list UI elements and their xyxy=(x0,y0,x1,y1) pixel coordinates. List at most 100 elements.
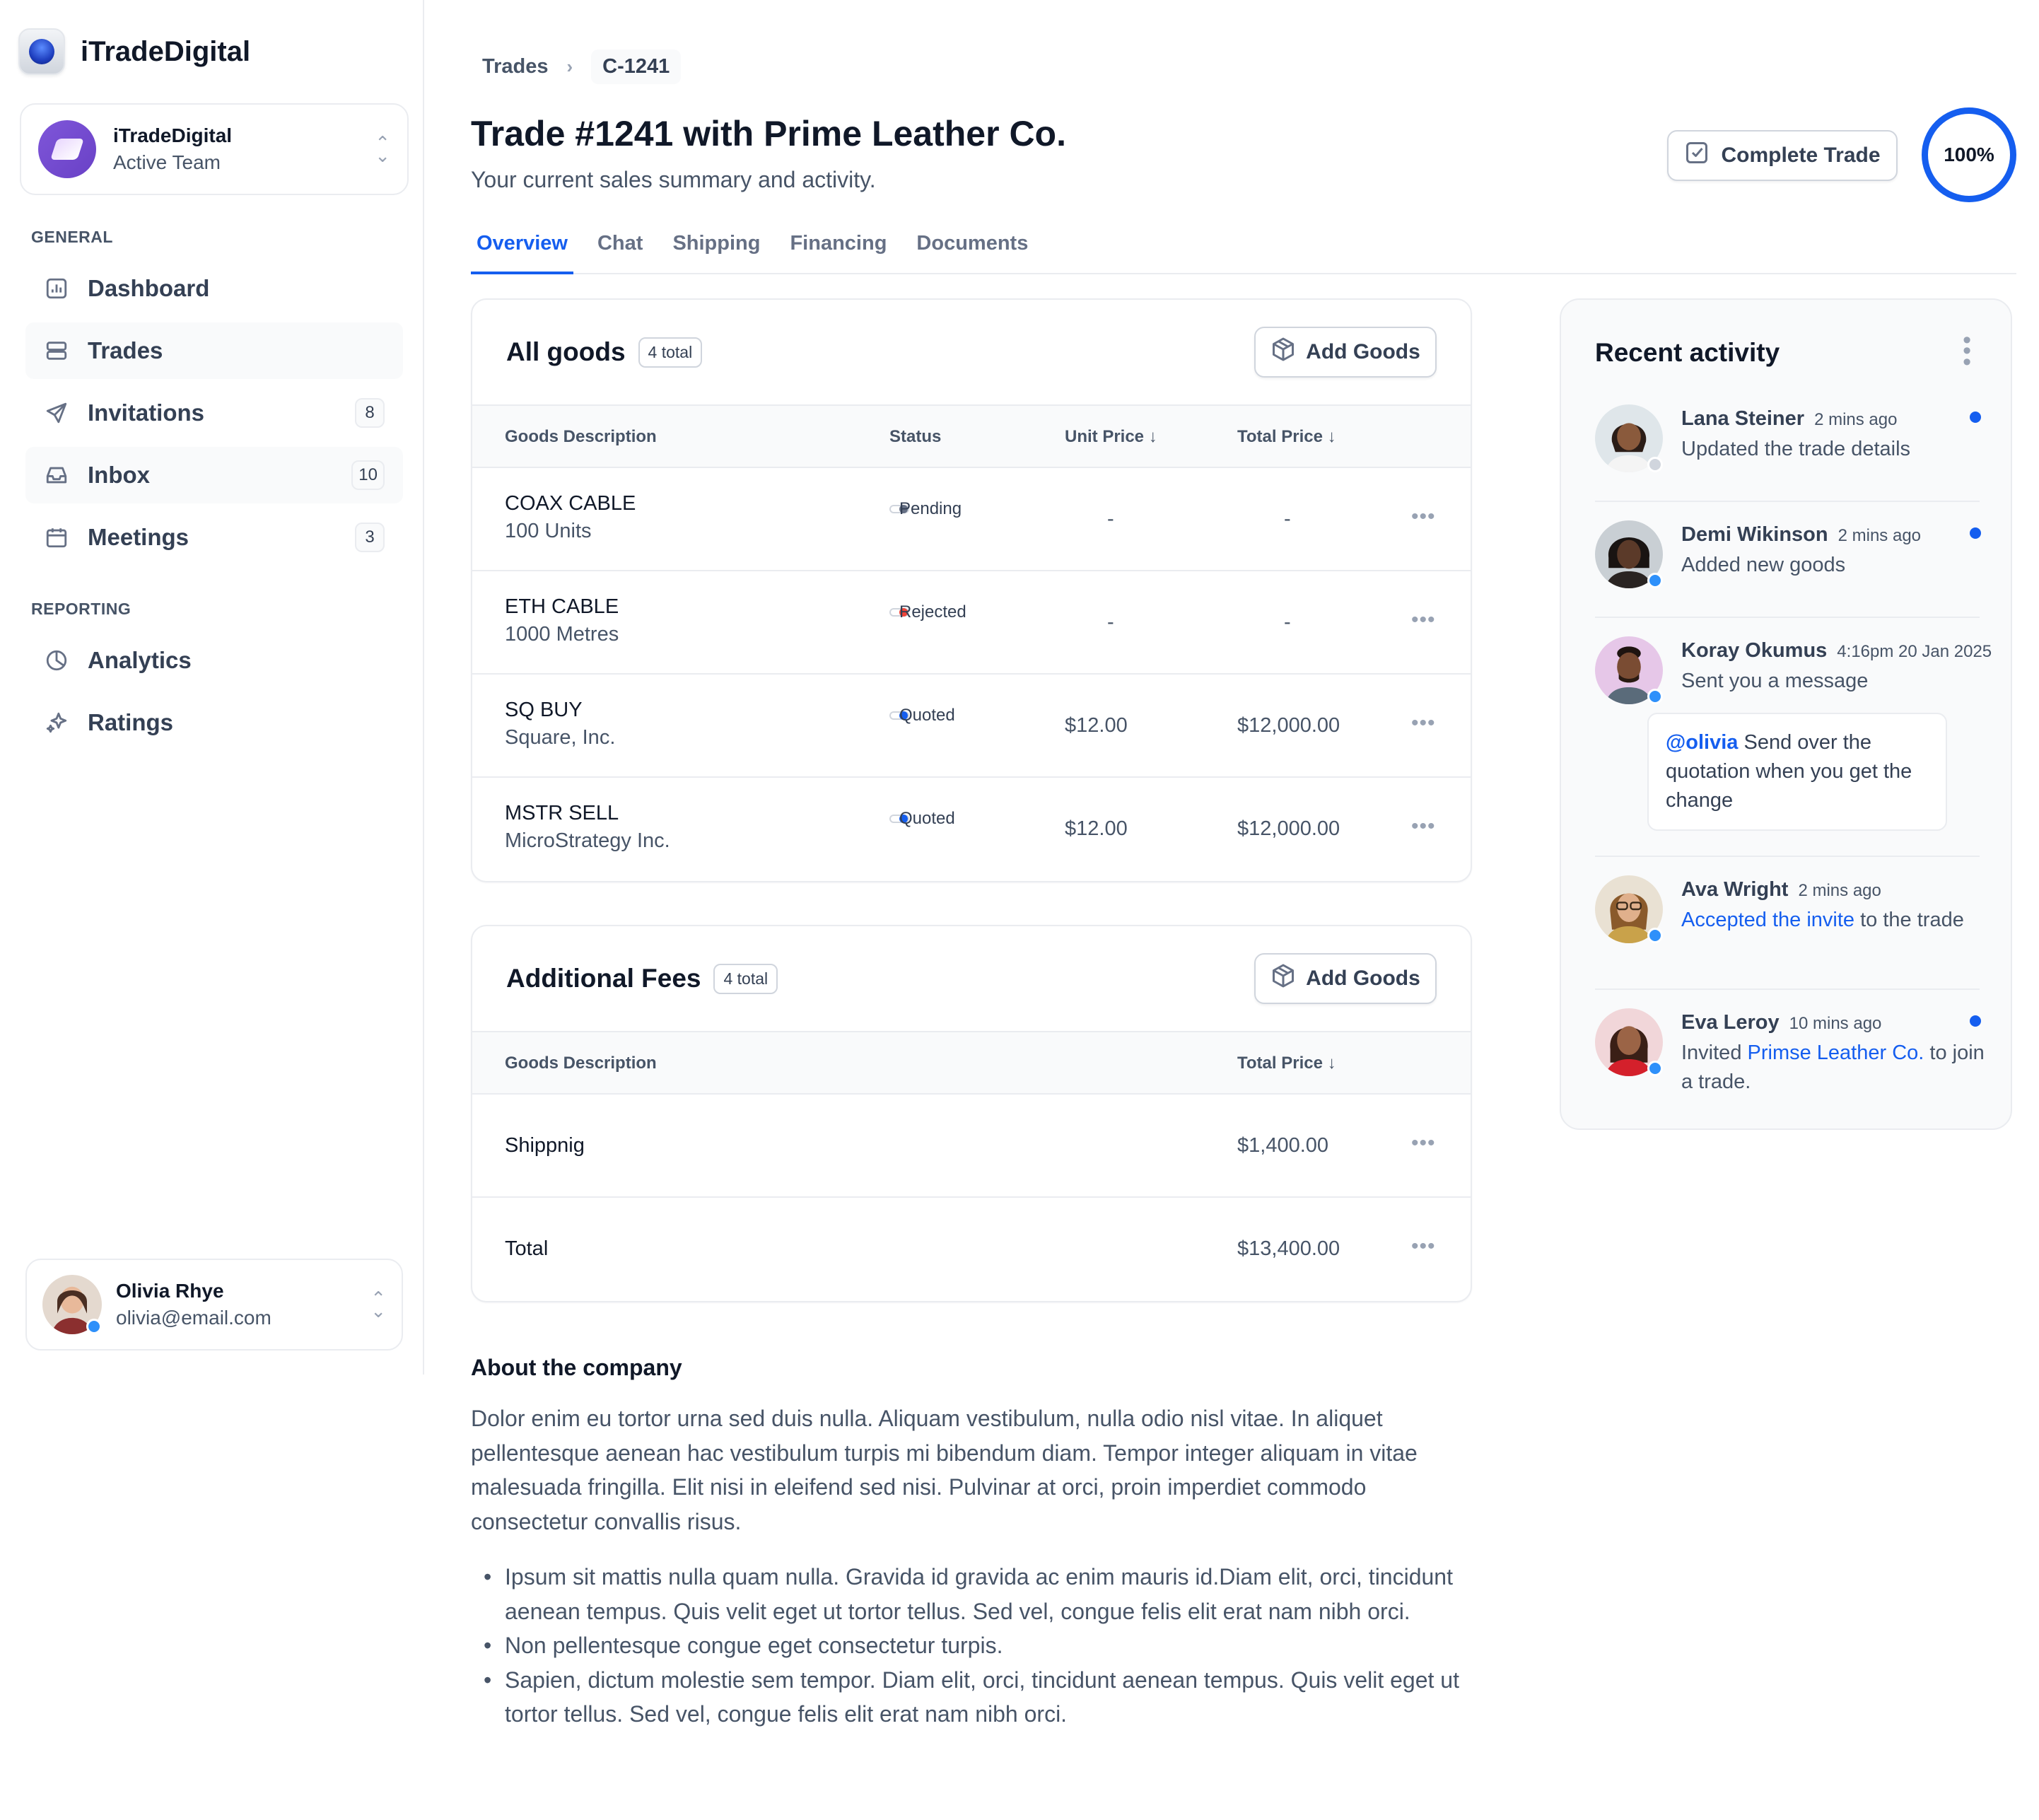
avatar xyxy=(1595,1008,1663,1076)
avatar xyxy=(1595,875,1663,943)
sidebar-item-dashboard[interactable]: Dashboard xyxy=(25,260,403,317)
more-vertical-icon[interactable]: • • • xyxy=(1963,328,1971,374)
activity-link[interactable]: Accepted the invite xyxy=(1681,909,1854,931)
team-subtitle: Active Team xyxy=(113,151,221,173)
sidebar-item-label: Inbox xyxy=(88,462,150,488)
recent-activity-panel: Recent activity • • • Lana Steiner 2 mins a… xyxy=(1560,298,2012,1130)
sidebar-item-label: Trades xyxy=(88,337,163,363)
complete-trade-button[interactable]: Complete Trade xyxy=(1667,130,1898,181)
sidebar-item-meetings[interactable]: Meetings 3 xyxy=(25,509,403,566)
activity-name: Ava Wright xyxy=(1681,878,1789,901)
check-square-icon xyxy=(1684,140,1710,171)
more-horizontal-icon[interactable]: ••• xyxy=(1411,711,1436,735)
column-header-label: Total Price xyxy=(1237,427,1323,446)
divider xyxy=(1595,617,1980,618)
more-horizontal-icon[interactable]: ••• xyxy=(1411,1131,1436,1155)
column-header-label: Total Price xyxy=(1237,1054,1323,1073)
more-horizontal-icon[interactable]: ••• xyxy=(1411,1235,1436,1259)
progress-ring: 100% xyxy=(1922,107,2016,202)
table-row[interactable]: SQ BUY Square, Inc. Quoted $12.00 $12,00… xyxy=(472,675,1471,778)
status-label: Rejected xyxy=(899,602,966,622)
column-header-sortable[interactable]: Unit Price ↓ xyxy=(1065,427,1157,447)
activity-link[interactable]: Primse Leather Co. xyxy=(1748,1042,1924,1064)
package-plus-icon xyxy=(1270,963,1296,994)
table-row[interactable]: COAX CABLE 100 Units Pending - - ••• xyxy=(472,468,1471,571)
count-badge: 3 xyxy=(355,523,385,552)
table-row[interactable]: ETH CABLE 1000 Metres Rejected - - ••• xyxy=(472,571,1471,675)
status-badge: Quoted xyxy=(889,706,955,725)
column-header-sortable[interactable]: Total Price ↓ xyxy=(1237,1054,1336,1073)
brand[interactable]: iTradeDigital xyxy=(18,28,250,75)
total-price: $12,000.00 xyxy=(1237,817,1340,840)
table-row[interactable]: MSTR SELL MicroStrategy Inc. Quoted $12.… xyxy=(472,778,1471,881)
sidebar-item-label: Meetings xyxy=(88,524,189,550)
table-header: Goods Description Total Price ↓ xyxy=(472,1032,1471,1095)
add-goods-button[interactable]: Add Goods xyxy=(1254,953,1437,1004)
avatar xyxy=(1595,404,1663,472)
column-header: Goods Description xyxy=(505,427,657,446)
complete-trade-label: Complete Trade xyxy=(1721,144,1881,167)
breadcrumb-trades[interactable]: Trades xyxy=(482,55,549,78)
column-header-sortable[interactable]: Total Price ↓ xyxy=(1237,427,1336,447)
table-row[interactable]: Shippnig $1,400.00 ••• xyxy=(472,1095,1471,1198)
online-status-dot xyxy=(1647,689,1663,704)
list-item: Non pellentesque congue eget consectetur… xyxy=(471,1628,1475,1663)
about-list: Ipsum sit mattis nulla quam nulla. Gravi… xyxy=(471,1560,1475,1732)
team-name: iTradeDigital xyxy=(113,124,233,146)
goods-name: MSTR SELL xyxy=(505,802,619,824)
tab-financing[interactable]: Financing xyxy=(784,226,892,274)
sidebar-item-label: Dashboard xyxy=(88,275,210,301)
card-title: Additional Fees xyxy=(506,964,701,993)
count-badge: 10 xyxy=(351,460,385,490)
more-horizontal-icon[interactable]: ••• xyxy=(1411,505,1436,529)
tab-chat[interactable]: Chat xyxy=(592,226,648,274)
unread-dot xyxy=(1970,412,1981,423)
activity-name: Lana Steiner xyxy=(1681,407,1805,430)
message-preview[interactable]: @olivia Send over the quotation when you… xyxy=(1647,713,1947,831)
activity-title: Recent activity xyxy=(1595,338,1780,367)
fee-name: Shippnig xyxy=(505,1134,585,1157)
sidebar-item-analytics[interactable]: Analytics xyxy=(25,632,403,689)
avatar xyxy=(1595,520,1663,588)
add-goods-button[interactable]: Add Goods xyxy=(1254,327,1437,378)
sidebar-item-trades[interactable]: Trades xyxy=(25,322,403,379)
sidebar-item-label: Invitations xyxy=(88,399,205,426)
mention[interactable]: @olivia xyxy=(1666,731,1738,754)
status-badge: Pending xyxy=(889,499,962,518)
unread-dot xyxy=(1970,527,1981,539)
goods-name: SQ BUY xyxy=(505,699,583,721)
all-goods-card: All goods 4 total Add Goods Goods Descri… xyxy=(471,298,1472,882)
user-email: olivia@email.com xyxy=(116,1307,271,1329)
table-row[interactable]: Total $13,400.00 ••• xyxy=(472,1198,1471,1301)
sidebar-item-inbox[interactable]: Inbox 10 xyxy=(25,447,403,503)
tab-shipping[interactable]: Shipping xyxy=(667,226,766,274)
goods-name: COAX CABLE xyxy=(505,492,636,515)
page-subtitle: Your current sales summary and activity. xyxy=(471,167,876,192)
arrow-down-icon: ↓ xyxy=(1327,1054,1336,1073)
breadcrumb: Trades › C-1241 xyxy=(482,49,682,84)
sidebar-item-label: Ratings xyxy=(88,709,174,735)
unit-price: - xyxy=(1107,611,1114,634)
account-switcher[interactable]: Olivia Rhye olivia@email.com ⌃ ⌄ xyxy=(25,1259,403,1351)
send-icon xyxy=(44,400,69,426)
sidebar-item-invitations[interactable]: Invitations 8 xyxy=(25,385,403,441)
tab-overview[interactable]: Overview xyxy=(471,226,573,274)
divider xyxy=(1595,988,1980,990)
activity-time: 4:16pm 20 Jan 2025 xyxy=(1837,642,1992,661)
status-label: Pending xyxy=(899,499,962,518)
offline-status-dot xyxy=(1647,457,1663,472)
sidebar-item-ratings[interactable]: Ratings xyxy=(25,694,403,751)
unit-price: $12.00 xyxy=(1065,817,1128,840)
more-horizontal-icon[interactable]: ••• xyxy=(1411,815,1436,839)
count-badge: 8 xyxy=(355,398,385,428)
team-switcher[interactable]: iTradeDigital Active Team ⌃ ⌄ xyxy=(20,103,409,195)
more-horizontal-icon[interactable]: ••• xyxy=(1411,608,1436,632)
tab-documents[interactable]: Documents xyxy=(911,226,1034,274)
activity-time: 10 mins ago xyxy=(1789,1014,1882,1033)
nav-section-reporting: REPORTING xyxy=(31,600,132,618)
divider xyxy=(1595,856,1980,857)
sidebar: iTradeDigital iTradeDigital Active Team … xyxy=(0,0,424,1375)
breadcrumb-current[interactable]: C-1241 xyxy=(591,49,682,84)
activity-time: 2 mins ago xyxy=(1814,410,1898,429)
status-badge: Rejected xyxy=(889,602,966,622)
